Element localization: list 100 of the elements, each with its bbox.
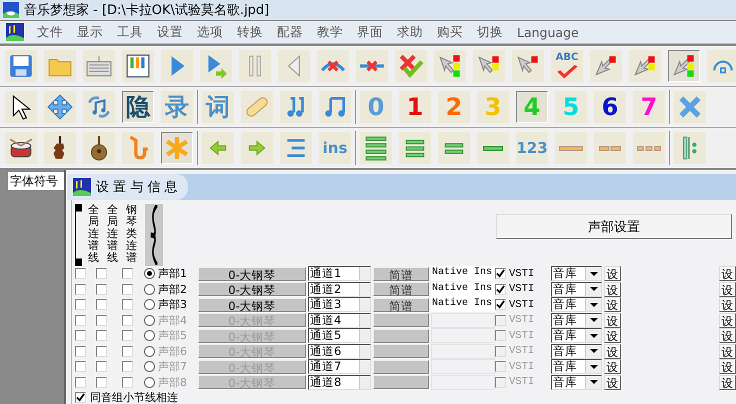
voice-label: 声部7 [158,359,188,374]
voice-settings-button[interactable]: 声部设置 [496,214,732,239]
menu-item[interactable]: 切换 [470,24,510,40]
setup-button[interactable]: 设 [604,266,621,282]
menu-item[interactable]: 文件 [30,24,70,40]
notation-field[interactable] [373,313,429,328]
library-dropdown[interactable]: 音库 [551,297,602,312]
dropdown-arrow-icon [590,302,598,307]
toolbar-button[interactable]: ABC [551,50,583,82]
menu-item[interactable]: 界面 [350,24,390,40]
library-dropdown[interactable]: 音库 [551,266,602,282]
toolbar-button[interactable] [5,91,37,123]
checkbox[interactable] [495,268,506,280]
menu-item[interactable]: 配器 [270,24,310,40]
column-header: 全局连谱线 [107,204,118,266]
setup-button[interactable]: 设 [719,282,736,297]
channel-field[interactable]: 通道3 [308,297,371,312]
checkbox[interactable] [96,268,107,280]
plugin-field[interactable] [431,374,495,390]
menu-item[interactable]: 工具 [110,24,150,40]
checkbox[interactable] [495,299,506,310]
plugin-field[interactable] [431,359,495,374]
checkbox[interactable] [96,299,107,310]
channel-field[interactable]: 通道2 [308,282,371,297]
toolbar-button[interactable] [122,50,154,82]
voice-label: 声部5 [158,328,188,344]
checkbox[interactable] [75,392,86,403]
instrument-field[interactable]: 0-大钢琴 [198,298,306,312]
setup-button[interactable]: 设 [719,297,736,312]
window-title: 音乐梦想家 - [D:\卡拉OK\试验莫名歌.jpd] [24,2,270,19]
toolbar-button[interactable]: 1 [399,91,431,123]
notation-field[interactable] [373,328,429,343]
bar-icon [483,146,503,150]
radio-button[interactable] [144,284,155,295]
library-dropdown[interactable]: 音库 [551,282,602,297]
vsti-label: VSTI [508,330,536,342]
checkbox[interactable] [96,284,107,295]
panel-title: 设 置 与 信 息 [96,179,178,196]
vsti-label: VSTI [508,314,536,326]
close-icon [677,94,703,120]
dropdown-arrow-icon [590,334,598,338]
asterisk-icon [164,135,190,161]
plugin-field[interactable]: Native Ins [431,266,495,282]
toolbar-button[interactable] [83,132,115,164]
column-header: 全局连谱线 [88,204,99,266]
voice-label: 声部3 [158,297,188,312]
plugin-field[interactable] [431,328,495,344]
plugin-field[interactable]: Native Ins [431,282,495,297]
instrument-field[interactable]: 0-大钢琴 [198,266,306,281]
plugin-field[interactable] [431,344,495,359]
setup-button[interactable]: 设 [604,297,621,312]
vsti-label: VSTI [508,283,536,296]
pointer-lights-icon [437,53,463,79]
notation-field[interactable] [373,375,429,390]
check-icon [556,63,578,79]
notation-field[interactable] [373,344,429,358]
plugin-field[interactable] [431,312,495,328]
menu-item[interactable]: 设置 [150,24,190,40]
checkbox[interactable] [122,284,133,295]
menu-item[interactable]: Language [510,24,586,40]
toolbar-button[interactable] [44,132,76,164]
vsti-label: VSTI [508,298,536,311]
checkbox[interactable] [75,299,86,310]
notation-field[interactable] [373,360,429,374]
channel-field[interactable]: 通道1 [308,266,371,282]
voice-label: 声部6 [158,344,188,359]
side-tab[interactable]: 字体符号 [8,172,64,190]
column-header: 钢琴类连谱 [126,204,137,266]
menu-item[interactable]: 选项 [190,24,230,40]
checkbox[interactable] [75,284,86,295]
radio-button[interactable] [144,268,155,280]
notation-field[interactable]: 简谱 [373,266,429,281]
menu-item[interactable]: 购买 [430,24,470,40]
instrument-field[interactable]: 0-大钢琴 [198,282,306,296]
brace-icon [150,205,158,265]
plugin-field[interactable]: Native Ins [431,297,495,312]
notation-field[interactable]: 简谱 [373,282,429,296]
checkbox[interactable] [75,268,86,280]
vsti-label: VSTI [508,360,536,373]
voice-label: 声部1 [158,266,188,282]
radio-button[interactable] [144,299,155,310]
setup-button[interactable]: 设 [604,282,621,297]
dashes-icon [637,146,661,150]
voice-label: 声部2 [158,282,188,297]
dropdown-arrow-icon [590,272,598,276]
checkbox[interactable] [122,268,133,280]
checkbox[interactable] [122,299,133,310]
setup-button[interactable]: 设 [719,266,736,282]
vsti-label: VSTI [508,268,536,280]
menu-item[interactable]: 转换 [230,24,270,40]
menu-item[interactable]: 显示 [70,24,110,40]
dash-icon [559,146,583,150]
move-arrows-icon [47,94,73,120]
checkbox[interactable] [495,284,506,295]
menu-item[interactable]: 求助 [390,24,430,40]
toolbar-button[interactable] [5,132,37,164]
toolbar-button[interactable]: 6 [594,91,626,123]
notation-field[interactable]: 简谱 [373,298,429,312]
menu-item[interactable]: 教学 [310,24,350,40]
toolbar-button[interactable]: 隐 [122,91,154,123]
